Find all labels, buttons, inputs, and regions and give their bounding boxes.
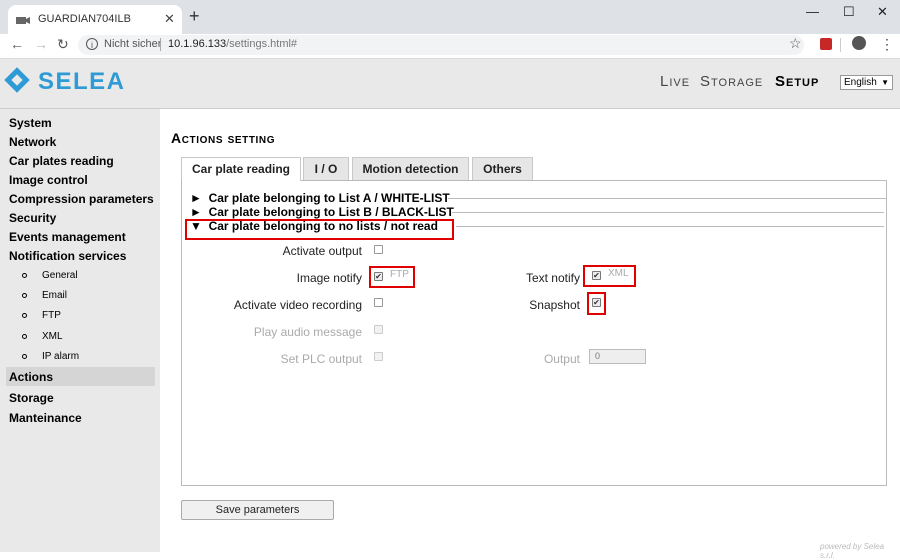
accordion-blacklist[interactable]: ► Car plate belonging to List B / BLACK-…	[190, 205, 454, 219]
accordion-divider	[456, 226, 884, 227]
sidebar-subitem-email[interactable]: Email	[42, 290, 67, 301]
nav-setup[interactable]: Setup	[775, 73, 819, 90]
maximize-icon[interactable]: ☐	[843, 4, 855, 20]
tab-motion-detection[interactable]: Motion detection	[352, 157, 469, 180]
highlight-box	[369, 266, 415, 288]
sidebar-item-image-control[interactable]: Image control	[9, 173, 88, 187]
bullet-icon	[22, 273, 27, 278]
highlight-box	[185, 219, 454, 240]
accordion-divider	[452, 212, 884, 213]
sidebar-item-manteinance[interactable]: Manteinance	[9, 411, 82, 425]
nav-live[interactable]: Live	[660, 73, 690, 90]
sidebar-item-system[interactable]: System	[9, 116, 52, 130]
output-label: Output	[543, 352, 580, 366]
accordion-label: Car plate belonging to List B / BLACK-LI…	[208, 205, 454, 219]
sidebar-item-notification[interactable]: Notification services	[9, 249, 126, 263]
extension-icon[interactable]	[820, 38, 832, 50]
highlight-box	[583, 265, 636, 287]
tab-others[interactable]: Others	[472, 157, 533, 180]
footer-credit: powered by Selea s.r.l.	[820, 542, 885, 560]
play-audio-checkbox[interactable]	[374, 325, 383, 334]
sidebar-item-events[interactable]: Events management	[9, 230, 126, 244]
activate-output-checkbox[interactable]	[374, 245, 383, 254]
text-notify-label: Text notify	[525, 271, 580, 285]
sidebar-item-security[interactable]: Security	[9, 211, 56, 225]
page-title: Actions setting	[171, 130, 276, 146]
bullet-icon	[22, 354, 27, 359]
app-header	[0, 59, 900, 109]
logo-text: SELEA	[38, 68, 126, 95]
sidebar-item-network[interactable]: Network	[9, 135, 56, 149]
expand-arrow-icon: ►	[190, 191, 202, 205]
accordion-whitelist[interactable]: ► Car plate belonging to List A / WHITE-…	[190, 191, 450, 205]
window-close-icon[interactable]: ✕	[877, 4, 888, 20]
accordion-label: Car plate belonging to List A / WHITE-LI…	[208, 191, 450, 205]
bullet-icon	[22, 313, 27, 318]
activate-output-label: Activate output	[282, 244, 362, 258]
url-text: 10.1.96.133/settings.html#	[168, 38, 297, 50]
browser-menu-icon[interactable]: ⋮	[880, 36, 894, 53]
sidebar-item-storage[interactable]: Storage	[9, 391, 54, 405]
set-plc-label: Set PLC output	[280, 352, 362, 366]
activate-video-label: Activate video recording	[233, 298, 362, 312]
profile-avatar[interactable]	[852, 36, 866, 50]
tab-title: GUARDIAN704ILB	[38, 13, 131, 25]
chevron-down-icon: ▼	[881, 78, 889, 87]
new-tab-button[interactable]: +	[189, 6, 200, 27]
sidebar-item-actions[interactable]: Actions	[9, 370, 53, 384]
play-audio-label: Play audio message	[253, 325, 362, 339]
nav-storage[interactable]: Storage	[700, 73, 763, 90]
save-parameters-button[interactable]: Save parameters	[181, 500, 334, 520]
minimize-icon[interactable]: —	[806, 4, 819, 19]
activate-video-checkbox[interactable]	[374, 298, 383, 307]
url-host: 10.1.96.133	[168, 38, 227, 50]
info-icon[interactable]: i	[86, 38, 98, 50]
image-notify-label: Image notify	[296, 271, 362, 285]
tab-car-plate-reading[interactable]: Car plate reading	[181, 157, 301, 181]
output-input[interactable]: 0	[589, 349, 646, 364]
accordion-divider	[448, 198, 886, 199]
snapshot-label: Snapshot	[529, 298, 580, 312]
language-select[interactable]: English ▼	[840, 75, 893, 90]
bullet-icon	[22, 334, 27, 339]
reload-icon[interactable]: ↻	[57, 36, 69, 53]
sidebar-subitem-ip-alarm[interactable]: IP alarm	[42, 351, 79, 362]
sidebar-item-car-plates-reading[interactable]: Car plates reading	[9, 154, 114, 168]
back-icon[interactable]: ←	[10, 36, 24, 52]
set-plc-checkbox[interactable]	[374, 352, 383, 361]
url-path: /settings.html#	[226, 38, 298, 50]
sidebar-item-compression[interactable]: Compression parameters	[9, 192, 154, 206]
url-divider	[160, 38, 161, 51]
sidebar-subitem-ftp[interactable]: FTP	[42, 310, 61, 321]
bullet-icon	[22, 293, 27, 298]
close-icon[interactable]: ✕	[164, 11, 175, 27]
sidebar-subitem-general[interactable]: General	[42, 270, 78, 281]
toolbar-divider	[840, 38, 841, 52]
camera-icon	[16, 17, 30, 24]
tab-io[interactable]: I / O	[303, 157, 349, 180]
security-label: Nicht sicher	[104, 38, 162, 50]
sidebar-subitem-xml[interactable]: XML	[42, 331, 63, 342]
language-value: English	[844, 77, 877, 88]
browser-tab[interactable]: GUARDIAN704ILB ✕	[8, 5, 182, 34]
expand-arrow-icon: ►	[190, 205, 202, 219]
bookmark-star-icon[interactable]: ☆	[789, 35, 802, 52]
highlight-box	[587, 292, 606, 315]
forward-icon[interactable]: →	[34, 36, 48, 52]
